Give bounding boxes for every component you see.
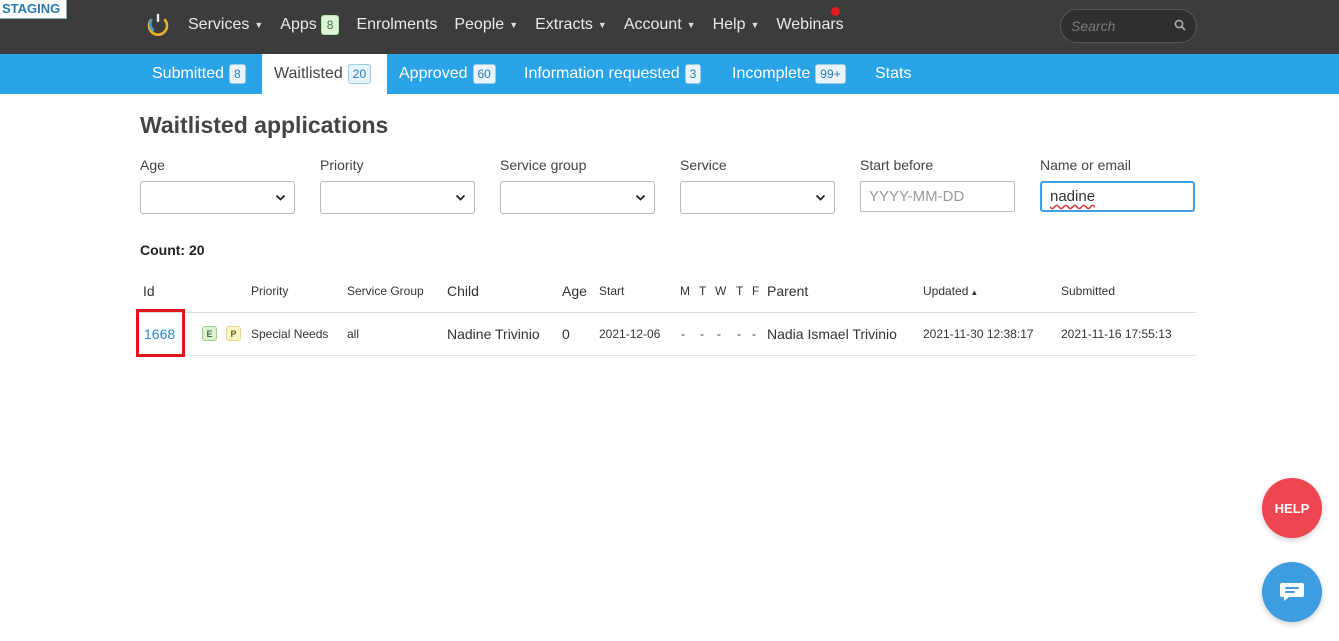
sort-ascending-icon: ▲ xyxy=(970,288,979,297)
notification-dot xyxy=(831,7,840,16)
column-header-parent[interactable]: Parent xyxy=(767,283,808,299)
caret-down-icon: ▼ xyxy=(509,20,519,30)
age-filter-label: Age xyxy=(140,157,165,173)
column-header-updated[interactable]: Updated ▲ xyxy=(923,284,978,298)
tab-submitted[interactable]: Submitted 8 xyxy=(140,54,258,94)
staging-badge: STAGING xyxy=(0,0,68,19)
name-email-value: nadine xyxy=(1050,188,1096,205)
nav-services[interactable]: Services ▼ xyxy=(188,16,263,34)
chevron-down-icon xyxy=(275,194,286,201)
search-box xyxy=(1060,9,1197,43)
start-before-input[interactable] xyxy=(860,181,1015,212)
row-start: 2021-12-06 xyxy=(599,327,661,341)
caret-down-icon: ▼ xyxy=(254,20,264,30)
column-header-priority[interactable]: Priority xyxy=(251,284,288,298)
nav-account[interactable]: Account ▼ xyxy=(624,16,696,34)
row-priority: Special Needs xyxy=(251,327,329,341)
tab-information-requested[interactable]: Information requested 3 xyxy=(512,54,713,94)
nav-enrolments[interactable]: Enrolments xyxy=(356,16,437,34)
chat-button[interactable] xyxy=(1262,562,1322,622)
caret-down-icon: ▼ xyxy=(597,20,607,30)
service-group-select[interactable] xyxy=(500,181,655,214)
column-header-wednesday: W xyxy=(715,284,727,298)
row-wednesday: - xyxy=(717,327,721,341)
nav-help[interactable]: Help ▼ xyxy=(713,16,760,34)
row-friday: - xyxy=(752,327,756,341)
table-header-divider xyxy=(139,312,1196,313)
row-age: 0 xyxy=(562,326,570,342)
priority-select[interactable] xyxy=(320,181,475,214)
service-filter-label: Service xyxy=(680,157,727,173)
row-monday: - xyxy=(681,327,685,341)
nav-apps[interactable]: Apps 8 xyxy=(280,15,340,35)
column-header-child[interactable]: Child xyxy=(447,283,479,299)
column-header-monday: M xyxy=(680,284,690,298)
start-before-label: Start before xyxy=(860,157,934,173)
nav-webinars[interactable]: Webinars xyxy=(776,16,843,34)
table-row-divider xyxy=(139,355,1196,356)
column-header-thursday: T xyxy=(736,284,744,298)
row-submitted: 2021-11-16 17:55:13 xyxy=(1061,327,1172,341)
top-navbar: STAGING Services ▼ Apps 8 Enrolments Peopl… xyxy=(0,0,1339,54)
tab-count-badge: 8 xyxy=(229,64,246,84)
p-badge: P xyxy=(226,326,241,341)
column-header-id[interactable]: Id xyxy=(143,283,155,299)
tab-count-badge: 99+ xyxy=(815,64,846,84)
app-logo-icon[interactable] xyxy=(146,12,170,36)
service-group-filter-label: Service group xyxy=(500,157,587,173)
column-header-tuesday: T xyxy=(699,284,707,298)
name-email-input[interactable]: nadine xyxy=(1040,181,1195,212)
service-select[interactable] xyxy=(680,181,835,214)
priority-filter-label: Priority xyxy=(320,157,364,173)
age-select[interactable] xyxy=(140,181,295,214)
help-button[interactable]: HELP xyxy=(1262,478,1322,538)
tab-approved[interactable]: Approved 60 xyxy=(387,54,508,94)
apps-count-badge: 8 xyxy=(320,15,340,35)
e-badge: E xyxy=(202,326,217,341)
caret-down-icon: ▼ xyxy=(686,20,696,30)
search-input[interactable] xyxy=(1071,17,1171,35)
search-icon[interactable] xyxy=(1173,18,1187,32)
nav-extracts[interactable]: Extracts ▼ xyxy=(535,16,607,34)
main-nav: Services ▼ Apps 8 Enrolments People ▼ Extra… xyxy=(188,14,861,36)
row-parent: Nadia Ismael Trivinio xyxy=(767,326,897,342)
caret-down-icon: ▼ xyxy=(750,20,760,30)
column-header-friday: F xyxy=(752,284,760,298)
page-title: Waitlisted applications xyxy=(140,112,389,138)
tab-count-badge: 60 xyxy=(472,64,496,84)
nav-people[interactable]: People ▼ xyxy=(454,16,518,34)
result-count: Count: 20 xyxy=(140,242,205,258)
name-email-label: Name or email xyxy=(1040,157,1132,173)
status-tabs: Submitted 8 Waitlisted 20 Approved 60 Infor… xyxy=(0,54,1339,94)
tab-incomplete[interactable]: Incomplete 99+ xyxy=(720,54,858,94)
tab-count-badge: 3 xyxy=(684,64,702,84)
row-service-group: all xyxy=(347,327,360,341)
chat-bubble-icon xyxy=(1280,583,1304,601)
row-thursday: - xyxy=(737,327,741,341)
highlight-box xyxy=(136,309,185,357)
tab-count-badge: 20 xyxy=(347,64,372,84)
column-header-age[interactable]: Age xyxy=(562,283,587,299)
tab-waitlisted[interactable]: Waitlisted 20 xyxy=(262,54,387,94)
column-header-service-group[interactable]: Service Group xyxy=(347,284,424,298)
column-header-start[interactable]: Start xyxy=(599,284,624,298)
row-updated: 2021-11-30 12:38:17 xyxy=(923,327,1034,341)
row-tuesday: - xyxy=(700,327,704,341)
column-header-submitted[interactable]: Submitted xyxy=(1061,284,1115,298)
chevron-down-icon xyxy=(455,194,466,201)
tab-stats[interactable]: Stats xyxy=(863,54,923,94)
row-child: Nadine Trivinio xyxy=(447,326,540,342)
chevron-down-icon xyxy=(815,194,826,201)
chevron-down-icon xyxy=(635,194,646,201)
